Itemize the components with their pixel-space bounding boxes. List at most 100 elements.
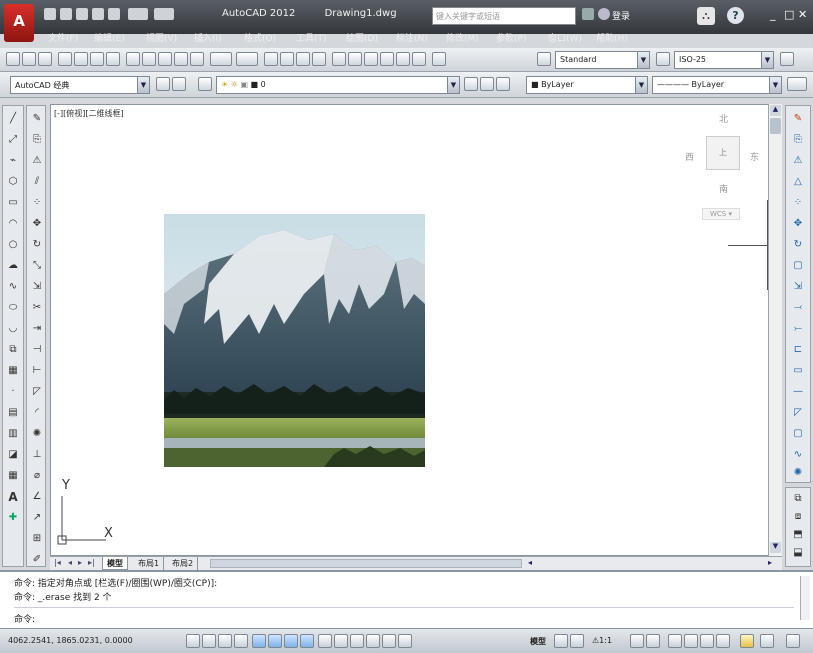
saveas-icon[interactable] [92, 8, 104, 20]
dynamic-ucs-icon[interactable] [318, 634, 332, 648]
move-icon[interactable]: ✥ [791, 217, 805, 231]
copy-icon[interactable] [142, 52, 156, 66]
tab-nav-prev-icon[interactable]: ◂ [68, 558, 72, 567]
paste-icon[interactable] [158, 52, 172, 66]
erase-icon[interactable]: ✎ [30, 112, 44, 126]
properties-icon[interactable] [332, 52, 346, 66]
qnew-icon[interactable] [6, 52, 20, 66]
polyline-icon[interactable]: ⌁ [6, 154, 20, 168]
workspace-save-icon[interactable] [172, 77, 186, 91]
scroll-left-icon[interactable]: ◂ [528, 558, 532, 567]
new-icon[interactable] [44, 8, 56, 20]
markup-icon[interactable] [396, 52, 410, 66]
move-icon[interactable]: ✥ [30, 217, 44, 231]
rectangle-icon[interactable]: ▭ [6, 196, 20, 210]
lock-ui-icon[interactable] [684, 634, 698, 648]
ellipse-arc-icon[interactable]: ◡ [6, 322, 20, 336]
redo-icon[interactable] [154, 8, 174, 20]
preview-icon[interactable] [74, 52, 88, 66]
tolerance-icon[interactable]: ⊞ [30, 532, 44, 546]
ortho-mode-icon[interactable] [234, 634, 248, 648]
3d-object-snap-icon[interactable] [284, 634, 298, 648]
copy-object-icon[interactable]: ⎘ [791, 133, 805, 147]
menu-dimension[interactable]: 标注(N) [396, 31, 428, 44]
print-icon[interactable] [108, 8, 120, 20]
viewport-controls[interactable]: [-][俯视][二维线框] [54, 108, 124, 119]
annotation-visibility-icon[interactable] [630, 634, 644, 648]
object-snap-icon[interactable] [268, 634, 282, 648]
array-icon[interactable]: ⁘ [30, 196, 44, 210]
exchange-icon[interactable]: ⛬ [697, 7, 715, 25]
gradient-icon[interactable]: ▥ [6, 427, 20, 441]
mtext-icon[interactable]: A [6, 490, 20, 504]
lineweight-icon[interactable] [350, 634, 364, 648]
table-style-icon[interactable] [780, 52, 794, 66]
extend-icon[interactable]: ⤚ [791, 322, 805, 336]
selection-cycling-icon[interactable] [398, 634, 412, 648]
help-icon[interactable] [432, 52, 446, 66]
horizontal-scrollbar[interactable] [210, 559, 522, 568]
plot-icon[interactable] [58, 52, 72, 66]
object-snap-tracking-icon[interactable] [300, 634, 314, 648]
layer-previous-icon[interactable] [480, 77, 494, 91]
toggle-clean-screen-icon[interactable] [786, 634, 800, 648]
leader-icon[interactable]: ↗ [30, 511, 44, 525]
make-block-icon[interactable]: ▦ [6, 364, 20, 378]
break-icon[interactable]: ⊣ [30, 343, 44, 357]
polar-tracking-icon[interactable] [252, 634, 266, 648]
send-to-back-icon[interactable]: ⧈ [791, 510, 805, 524]
clean-screen-icon[interactable] [760, 634, 774, 648]
add-selected-icon[interactable]: ✚ [6, 511, 20, 525]
table-icon[interactable]: ▦ [6, 469, 20, 483]
text-style-select[interactable]: Standard ▼ [555, 51, 650, 69]
quick-view-layouts-icon[interactable] [554, 634, 568, 648]
save-icon[interactable] [38, 52, 52, 66]
infer-constraints-icon[interactable] [186, 634, 200, 648]
break-icon[interactable]: ▭ [791, 364, 805, 378]
point-icon[interactable]: · [6, 385, 20, 399]
offset-icon[interactable]: ⫽ [30, 175, 44, 189]
match-properties-icon[interactable] [174, 52, 188, 66]
viewcube-north[interactable]: 北 [719, 112, 728, 125]
search-input[interactable]: 键入关键字或短语 [432, 7, 576, 25]
open-icon[interactable] [60, 8, 72, 20]
status-bar-menu-icon[interactable] [740, 634, 754, 648]
menu-modify[interactable]: 修改(M) [446, 31, 479, 44]
layer-select[interactable]: ☀ ☼ ▣ ■ 0 ▼ [216, 76, 460, 94]
tab-nav-last-icon[interactable]: ▸| [88, 558, 95, 567]
menu-insert[interactable]: 插入(I) [194, 31, 222, 44]
menu-window[interactable]: 窗口(W) [548, 31, 582, 44]
insert-block-icon[interactable]: ⧉ [6, 343, 20, 357]
text-style-icon[interactable] [537, 52, 551, 66]
workspace-switching-icon[interactable] [668, 634, 682, 648]
trim-icon[interactable]: ✂ [30, 301, 44, 315]
dynamic-input-icon[interactable] [334, 634, 348, 648]
blend-icon[interactable]: ∿ [791, 448, 805, 462]
fillet-icon[interactable]: ◜ [30, 406, 44, 420]
menu-parametric[interactable]: 参数(P) [496, 31, 526, 44]
3d-dwf-icon[interactable] [106, 52, 120, 66]
ellipse-icon[interactable]: ⬭ [6, 301, 20, 315]
tab-model[interactable]: 模型 [102, 557, 128, 570]
explode-icon[interactable]: ✺ [30, 427, 44, 441]
undo-icon[interactable] [128, 8, 148, 20]
angular-dim-icon[interactable]: ∠ [30, 490, 44, 504]
user-icon[interactable] [598, 8, 610, 20]
viewcube-face-top[interactable]: 上 [706, 136, 740, 170]
stretch-icon[interactable]: ⇲ [30, 280, 44, 294]
dim-edit-icon[interactable]: ✐ [30, 553, 44, 567]
tab-nav-first-icon[interactable]: |◂ [54, 558, 61, 567]
stretch-icon[interactable]: ⇲ [791, 280, 805, 294]
layer-state-icon[interactable] [496, 77, 510, 91]
pan-icon[interactable] [264, 52, 278, 66]
minimize-icon[interactable]: _ [770, 8, 776, 21]
scale-icon[interactable]: ▢ [791, 259, 805, 273]
coordinates-readout[interactable]: 4062.2541, 1865.0231, 0.0000 [8, 636, 133, 645]
vertical-scrollbar[interactable]: ▲ ▼ [768, 104, 782, 556]
viewcube-south[interactable]: 南 [719, 182, 728, 195]
tab-layout1[interactable]: 布局1 [134, 557, 165, 570]
menu-view[interactable]: 视图(V) [146, 31, 177, 44]
extend-icon[interactable]: ⇥ [30, 322, 44, 336]
offset-icon[interactable]: △ [791, 175, 805, 189]
transparency-icon[interactable] [366, 634, 380, 648]
